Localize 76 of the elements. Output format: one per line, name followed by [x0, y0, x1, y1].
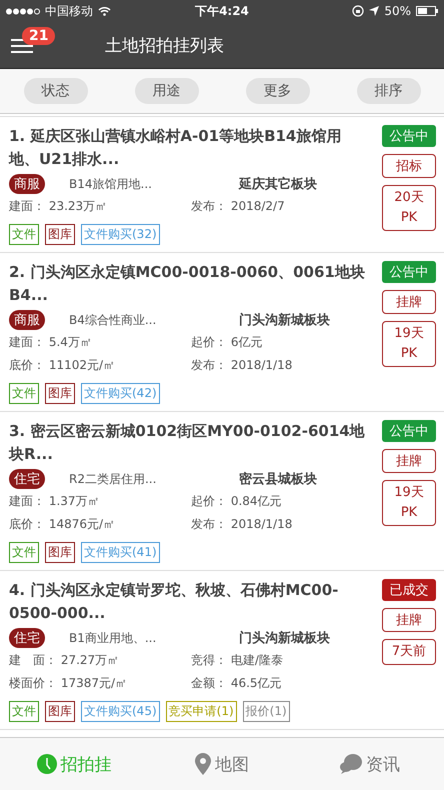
- signal-icon: [6, 8, 40, 14]
- status-badge: 公告中: [382, 420, 436, 442]
- page-title: 土地招拍挂列表: [105, 34, 224, 56]
- method-badge: 招标: [382, 154, 436, 178]
- link-tag[interactable]: 文件: [9, 383, 39, 404]
- method-badge: 挂牌: [382, 290, 436, 314]
- notification-badge: 21: [22, 27, 56, 45]
- nav-tab[interactable]: 招拍挂: [0, 738, 148, 790]
- filter-button[interactable]: 排序: [356, 78, 420, 104]
- nav-tab[interactable]: 资讯: [296, 738, 444, 790]
- field-text: 起价： 6亿元: [191, 334, 264, 351]
- district-name: 密云县城板块: [239, 470, 317, 488]
- field-text: 起价： 0.84亿元: [191, 493, 283, 510]
- link-tag[interactable]: 文件购买(41): [81, 542, 160, 563]
- link-tag[interactable]: 文件: [9, 542, 39, 563]
- countdown-badge: 19天 PK: [382, 480, 436, 526]
- field-text: 建面： 1.37万㎡: [9, 493, 101, 510]
- countdown-badge: 7天前: [382, 639, 436, 665]
- link-tag[interactable]: 文件购买(42): [81, 383, 160, 404]
- listing-title[interactable]: 3. 密云区密云新城0102街区MY00-0102-6014地块R...: [9, 420, 370, 466]
- link-tag[interactable]: 图库: [45, 701, 75, 722]
- field-text: 发布： 2018/1/18: [191, 357, 294, 374]
- link-tag[interactable]: 图库: [45, 224, 75, 245]
- link-tag[interactable]: 文件购买(32): [81, 224, 160, 245]
- listing-title[interactable]: 2. 门头沟区永定镇MC00-0018-0060、0061地块B4...: [9, 261, 370, 307]
- category-tag: 商服: [9, 310, 45, 330]
- carrier-name: 中国移动: [45, 2, 93, 20]
- field-text: 楼面价： 17387元/㎡: [9, 675, 128, 692]
- field-text: 建 面： 27.27万㎡: [9, 652, 120, 669]
- nav-tab[interactable]: 地图: [148, 738, 296, 790]
- filter-button[interactable]: 更多: [246, 78, 310, 104]
- district-name: 延庆其它板块: [239, 176, 317, 193]
- listing-title[interactable]: 4. 门头沟区永定镇岢罗坨、秋坡、石佛村MC00-0500-000...: [9, 579, 370, 625]
- category-tag: 住宅: [9, 469, 45, 489]
- clock-time: 下午4:24: [195, 2, 249, 20]
- link-tag[interactable]: 文件: [9, 701, 39, 722]
- field-text: 底价： 11102元/㎡: [9, 357, 116, 374]
- land-use: B14旅馆用地...: [69, 176, 153, 192]
- link-tag[interactable]: 文件: [9, 224, 39, 245]
- land-use: R2二类居住用...: [69, 470, 158, 488]
- status-badge: 已成交: [382, 579, 436, 601]
- land-use: B1商业用地、...: [69, 630, 158, 646]
- method-badge: 挂牌: [382, 449, 436, 473]
- link-tag[interactable]: 竞买申请(1): [166, 701, 237, 722]
- method-badge: 挂牌: [382, 608, 436, 632]
- link-tag[interactable]: 报价(1): [242, 701, 290, 722]
- filter-button[interactable]: 用途: [134, 78, 198, 104]
- wifi-icon: [98, 6, 111, 16]
- district-name: 门头沟新城板块: [239, 630, 330, 647]
- clock-icon: [36, 754, 56, 774]
- battery-percent: 50%: [384, 4, 411, 18]
- field-text: 金额： 46.5亿元: [191, 675, 283, 692]
- field-text: 发布： 2018/2/7: [191, 198, 286, 215]
- status-badge: 公告中: [382, 125, 436, 147]
- field-text: 底价： 14876元/㎡: [9, 516, 116, 533]
- field-text: 发布： 2018/1/18: [191, 516, 294, 533]
- countdown-badge: 19天 PK: [382, 321, 436, 367]
- field-text: 建面： 5.4万㎡: [9, 334, 93, 351]
- category-tag: 商服: [9, 174, 45, 194]
- category-tag: 住宅: [9, 628, 45, 648]
- land-use: B4综合性商业...: [69, 312, 158, 328]
- listing-title[interactable]: 1. 延庆区张山营镇水峪村A-01等地块B14旅馆用地、U21排水...: [9, 125, 370, 171]
- link-tag[interactable]: 图库: [45, 383, 75, 404]
- district-name: 门头沟新城板块: [239, 312, 330, 329]
- field-text: 竞得： 电建/隆泰: [191, 652, 284, 669]
- link-tag[interactable]: 图库: [45, 542, 75, 563]
- chat-bubble-icon: [340, 754, 362, 774]
- status-badge: 公告中: [382, 261, 436, 283]
- location-arrow-icon: [369, 6, 380, 16]
- link-tag[interactable]: 文件购买(45): [81, 701, 160, 722]
- rotation-lock-icon: [352, 5, 364, 17]
- map-pin-icon: [195, 753, 211, 775]
- countdown-badge: 20天 PK: [382, 185, 436, 231]
- battery-icon: [416, 6, 438, 16]
- filter-button[interactable]: 状态: [24, 78, 88, 104]
- field-text: 建面： 23.23万㎡: [9, 198, 108, 215]
